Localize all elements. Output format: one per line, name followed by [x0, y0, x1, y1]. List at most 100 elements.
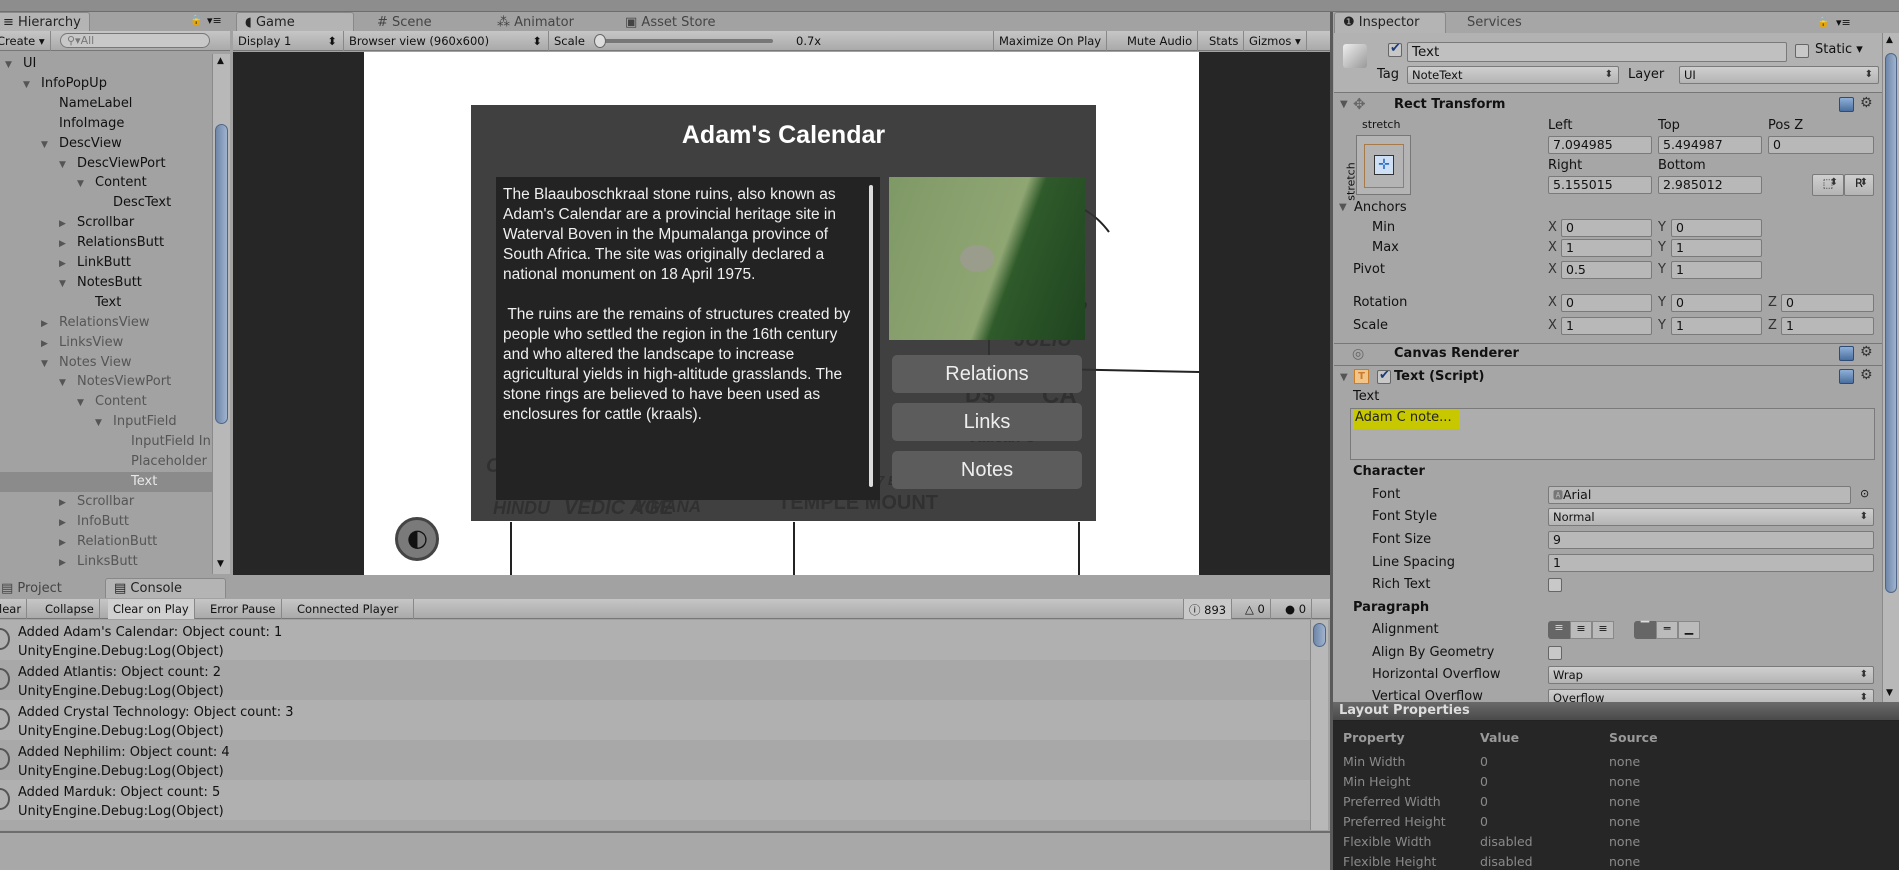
hierarchy-item[interactable]: ▼ Content [0, 392, 212, 412]
tab-asset-store[interactable]: ▣ Asset Store [616, 12, 724, 32]
hierarchy-item[interactable]: ▶ RelationsButt [0, 233, 212, 253]
bottom-field[interactable]: 2.985012 [1658, 176, 1762, 194]
hierarchy-item[interactable]: ▼ Content [0, 173, 212, 193]
expanded-arrow-icon[interactable]: ▼ [41, 354, 59, 373]
notes-button[interactable]: Notes [892, 451, 1082, 489]
hierarchy-item[interactable]: ▼ NotesButt [0, 273, 212, 293]
scroll-thumb[interactable] [215, 124, 228, 424]
anchor-preset-button[interactable]: ✛ [1356, 135, 1411, 195]
align-left-button[interactable]: ≡ [1548, 621, 1570, 639]
description-scrollbar[interactable] [869, 185, 873, 487]
hierarchy-item[interactable]: ▶ Scrollbar [0, 492, 212, 512]
text-enabled-checkbox[interactable] [1377, 368, 1391, 384]
console-log-entry[interactable]: Added Crystal Technology: Object count: … [0, 700, 1310, 740]
hierarchy-item[interactable]: ▶ RelationButt [0, 532, 212, 552]
scroll-up-icon[interactable]: ▲ [1886, 35, 1893, 45]
console-scrollbar[interactable] [1310, 620, 1328, 830]
hierarchy-item[interactable]: ▼ InputField [0, 412, 212, 432]
settings-gear-icon[interactable]: ⚙ [1860, 344, 1873, 360]
expanded-arrow-icon[interactable]: ▼ [5, 55, 23, 74]
align-center-button[interactable]: ≡ [1570, 621, 1592, 639]
hierarchy-item[interactable]: ▼ DescViewPort [0, 154, 212, 174]
console-log-entry[interactable]: Added Adam's Calendar: Object count: 1 Un… [0, 620, 1310, 660]
lock-icon[interactable]: 🔒 [190, 15, 202, 26]
search-input[interactable]: ⚲▾All [60, 33, 210, 48]
console-log-entry[interactable]: Added Atlantis: Object count: 2 UnityEngi… [0, 660, 1310, 700]
active-checkbox[interactable] [1388, 41, 1402, 57]
menu-icon[interactable]: ▾≡ [1836, 16, 1851, 29]
object-picker-icon[interactable]: ⊙ [1860, 487, 1869, 500]
tab-scene[interactable]: # Scene [368, 12, 441, 32]
collapse-arrow-icon[interactable]: ▼ [1340, 372, 1348, 383]
tab-animator[interactable]: ⁂ Animator [488, 12, 583, 32]
collapsed-arrow-icon[interactable]: ▶ [59, 553, 77, 572]
lock-icon[interactable]: 🔒 [1817, 17, 1829, 28]
scroll-down-icon[interactable]: ▼ [1886, 688, 1893, 698]
display-dropdown[interactable]: Display 1 ⬍ [233, 31, 344, 51]
help-book-icon[interactable] [1839, 369, 1854, 384]
settings-gear-icon[interactable]: ⚙ [1860, 95, 1873, 111]
hierarchy-item[interactable]: Text [0, 293, 212, 313]
hierarchy-item[interactable]: ▶ RelationsView [0, 313, 212, 333]
posz-field[interactable]: 0 [1768, 136, 1874, 154]
collapse-arrow-icon[interactable]: ▼ [1340, 99, 1348, 110]
rich-text-checkbox[interactable] [1548, 578, 1562, 592]
scale-x-field[interactable]: 1 [1561, 317, 1652, 335]
game-canvas[interactable]: OGY / SPIMITHRAApJULIU& CLEDSCAHENGEREIG… [364, 52, 1199, 575]
left-field[interactable]: 7.094985 [1548, 136, 1652, 154]
object-name-field[interactable]: Text [1407, 42, 1787, 62]
collapsed-arrow-icon[interactable]: ▶ [59, 513, 77, 532]
pivot-x-field[interactable]: 0.5 [1561, 261, 1652, 279]
help-book-icon[interactable] [1839, 346, 1854, 361]
hierarchy-item[interactable]: InfoImage [0, 114, 212, 134]
app-logo-button[interactable]: ◐ [395, 517, 439, 561]
vertical-overflow-dropdown[interactable]: Overflow [1548, 689, 1874, 702]
expanded-arrow-icon[interactable]: ▼ [23, 75, 41, 94]
console-log-entry[interactable]: Added Marduk: Object count: 5 UnityEngine… [0, 780, 1310, 820]
tab-game[interactable]: ◖ Game [236, 12, 354, 32]
warning-count-toggle[interactable]: △ 0 [1240, 599, 1271, 619]
expanded-arrow-icon[interactable]: ▼ [95, 413, 113, 432]
tab-project[interactable]: ▤ Project [0, 578, 71, 598]
align-bottom-button[interactable]: ▁ [1678, 621, 1700, 639]
hierarchy-scrollbar[interactable]: ▲ ▼ [212, 54, 230, 574]
expanded-arrow-icon[interactable]: ▼ [41, 135, 59, 154]
hierarchy-item[interactable]: Text [0, 471, 212, 492]
console-log-entry-partial[interactable] [0, 820, 1310, 830]
hierarchy-item[interactable]: Placeholder [0, 452, 212, 472]
align-middle-button[interactable]: ═ [1656, 621, 1678, 639]
relations-button[interactable]: Relations [892, 355, 1082, 393]
hierarchy-item[interactable]: ▼ InfoPopUp [0, 74, 212, 94]
inspector-scroll-thumb[interactable] [1885, 53, 1897, 593]
hierarchy-item[interactable]: ▼ DescView [0, 134, 212, 154]
tab-console[interactable]: ▤ Console [105, 578, 226, 598]
help-book-icon[interactable] [1839, 97, 1854, 112]
expanded-arrow-icon[interactable]: ▼ [59, 155, 77, 174]
scroll-up-icon[interactable]: ▲ [217, 56, 224, 66]
error-pause-toggle[interactable]: Error Pause [205, 599, 282, 619]
log-count-toggle[interactable]: ⓘ 893 [1183, 599, 1233, 619]
max-y-field[interactable]: 1 [1671, 239, 1762, 257]
scale-slider-handle[interactable] [594, 34, 606, 48]
anchors-arrow-icon[interactable]: ▼ [1339, 202, 1347, 213]
blueprint-mode-button[interactable]: ⬚ [1812, 174, 1844, 196]
scroll-down-icon[interactable]: ▼ [217, 559, 224, 569]
expanded-arrow-icon[interactable]: ▼ [59, 373, 77, 392]
collapsed-arrow-icon[interactable]: ▶ [59, 493, 77, 512]
tag-dropdown[interactable]: NoteText [1407, 66, 1619, 84]
anchors-label[interactable]: Anchors [1354, 200, 1407, 215]
description-scroll-view[interactable]: The Blaauboschkraal stone ruins, also kn… [496, 177, 880, 500]
rot-x-field[interactable]: 0 [1561, 294, 1652, 312]
max-x-field[interactable]: 1 [1561, 239, 1652, 257]
scale-z-field[interactable]: 1 [1781, 317, 1874, 335]
collapsed-arrow-icon[interactable]: ▶ [41, 334, 59, 353]
maximize-on-play-button[interactable]: Maximize On Play [993, 31, 1108, 51]
hierarchy-item[interactable]: NameLabel [0, 94, 212, 114]
scale-slider[interactable] [594, 34, 773, 48]
font-size-field[interactable]: 9 [1548, 531, 1874, 549]
expanded-arrow-icon[interactable]: ▼ [59, 274, 77, 293]
hierarchy-item[interactable]: ▶ InfoButt [0, 512, 212, 532]
hierarchy-item[interactable]: DescText [0, 193, 212, 213]
scale-y-field[interactable]: 1 [1671, 317, 1762, 335]
expanded-arrow-icon[interactable]: ▼ [77, 174, 95, 193]
